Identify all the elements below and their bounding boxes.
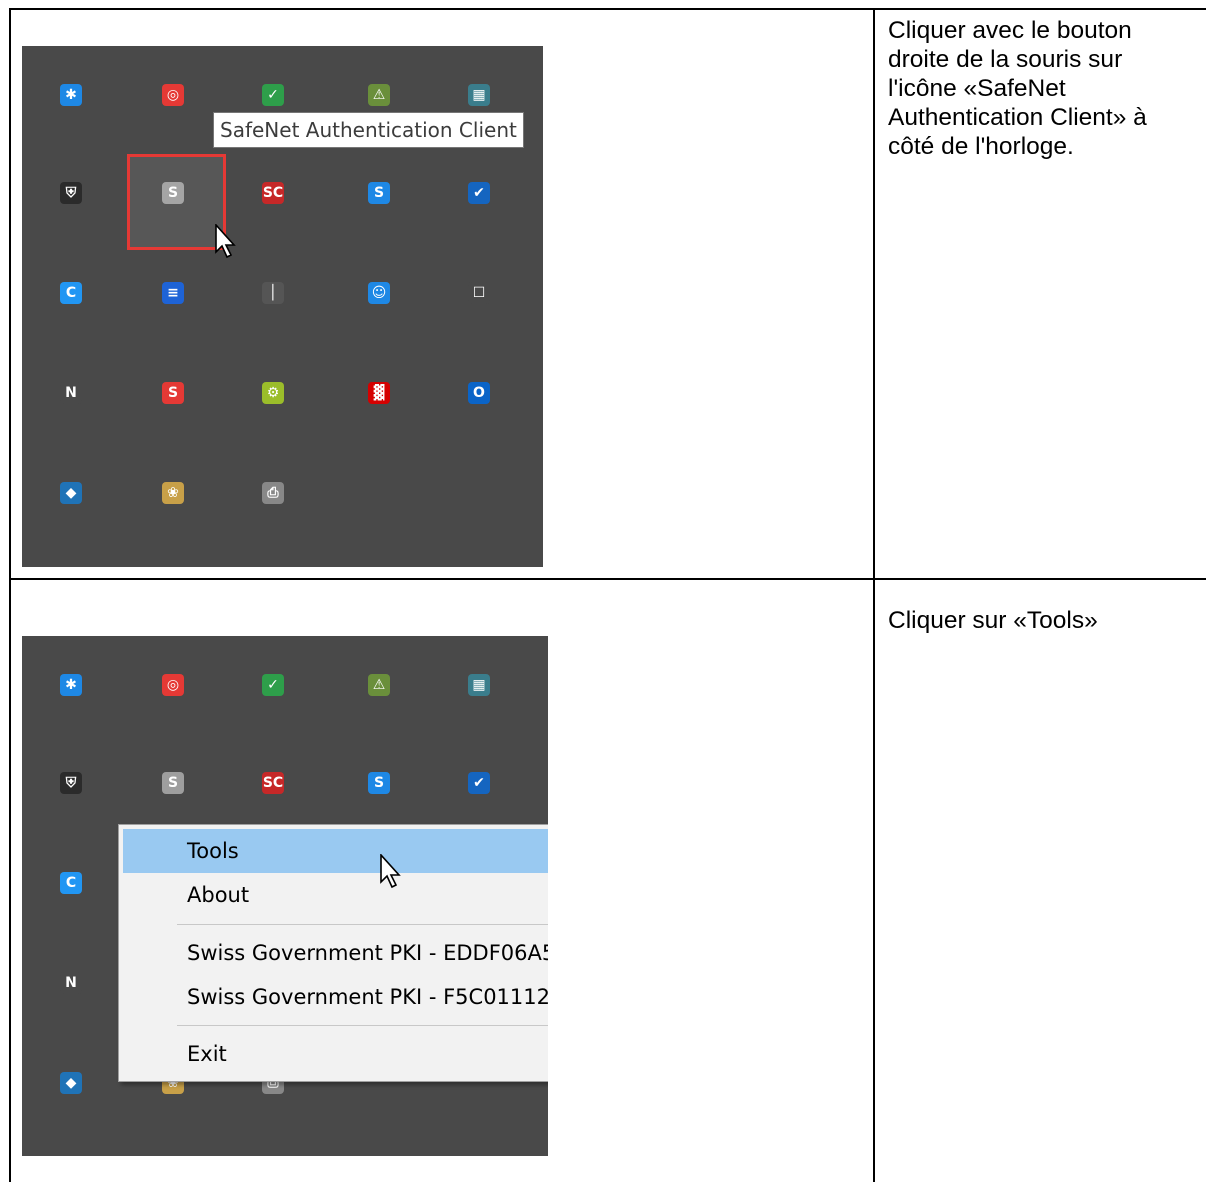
onenote-clip-icon[interactable]: N xyxy=(60,972,82,994)
gear-hex-icon[interactable]: ⚙ xyxy=(262,382,284,404)
network-icon[interactable]: ▦ xyxy=(468,674,490,696)
safenet-tooltip: SafeNet Authentication Client xyxy=(213,112,524,148)
context-menu: Tools About Swiss Government PKI - EDDF0… xyxy=(118,824,548,1082)
s-app-icon[interactable]: S xyxy=(162,382,184,404)
menu-item-certificate-1[interactable]: Swiss Government PKI - EDDF06A5 xyxy=(123,931,548,975)
cube-icon[interactable]: ◆ xyxy=(60,1072,82,1094)
butterfly-icon[interactable]: ❀ xyxy=(162,482,184,504)
skype-icon[interactable]: S xyxy=(368,772,390,794)
mouse-cursor-icon xyxy=(380,854,401,889)
help-lifebuoy-icon[interactable]: ◎ xyxy=(162,674,184,696)
user-icon[interactable]: ☺ xyxy=(368,282,390,304)
skype-icon[interactable]: S xyxy=(368,182,390,204)
table-border-top xyxy=(9,8,1206,10)
help-lifebuoy-icon[interactable]: ◎ xyxy=(162,84,184,106)
audio-icon[interactable]: ▓ xyxy=(368,382,390,404)
bluetooth-icon[interactable]: ✱ xyxy=(60,674,82,696)
shield-check-icon[interactable]: ✓ xyxy=(262,674,284,696)
table-border-left xyxy=(9,8,11,1182)
checkmark-app-icon[interactable]: ✔ xyxy=(468,182,490,204)
printer-icon[interactable]: ⎙ xyxy=(262,482,284,504)
device-icon[interactable]: │ xyxy=(262,282,284,304)
shield-check-icon[interactable]: ✓ xyxy=(262,84,284,106)
onenote-clip-icon[interactable]: N xyxy=(60,382,82,404)
mouse-cursor-icon xyxy=(215,224,236,259)
document-table: ✱ ◎ ✓ ⚠ ▦ ⛨ S SC S ✔ C ≡ │ ☺ ☐ N S ⚙ ▓ O ◆ ❀ ⎙ SafeNet Authent… xyxy=(0,0,1206,1182)
system-tray-screenshot-2: ✱ ◎ ✓ ⚠ ▦ ⛨ S SC S ✔ C N ◆ ❀ ⎙ Tools About Swiss Gover… xyxy=(22,636,548,1156)
security-shield-icon[interactable]: ⛨ xyxy=(60,772,82,794)
menu-item-about[interactable]: About xyxy=(123,873,548,917)
warning-update-icon[interactable]: ⚠ xyxy=(368,674,390,696)
table-border-mid-vertical xyxy=(873,8,875,1182)
warning-update-icon[interactable]: ⚠ xyxy=(368,84,390,106)
menu-separator xyxy=(177,924,548,925)
chat-icon[interactable]: ≡ xyxy=(162,282,184,304)
instruction-text-2: Cliquer sur «Tools» xyxy=(888,607,1098,634)
system-tray-screenshot-1: ✱ ◎ ✓ ⚠ ▦ ⛨ S SC S ✔ C ≡ │ ☺ ☐ N S ⚙ ▓ O ◆ ❀ ⎙ SafeNet Authent… xyxy=(22,46,543,567)
bluetooth-icon[interactable]: ✱ xyxy=(60,84,82,106)
menu-item-exit[interactable]: Exit xyxy=(123,1032,548,1076)
instruction-text-1: Cliquer avec le bouton droite de la sour… xyxy=(888,17,1147,160)
menu-item-certificate-2[interactable]: Swiss Government PKI - F5C011124 xyxy=(123,975,548,1019)
cube-icon[interactable]: ◆ xyxy=(60,482,82,504)
menu-item-tools[interactable]: Tools xyxy=(123,829,548,873)
refresh-c-icon[interactable]: C xyxy=(60,872,82,894)
menu-separator xyxy=(177,1025,548,1026)
security-shield-icon[interactable]: ⛨ xyxy=(60,182,82,204)
checkmark-app-icon[interactable]: ✔ xyxy=(468,772,490,794)
table-border-row-divider xyxy=(9,578,1206,580)
network-icon[interactable]: ▦ xyxy=(468,84,490,106)
sc-icon[interactable]: SC xyxy=(262,772,284,794)
outlook-icon[interactable]: O xyxy=(468,382,490,404)
sc-icon[interactable]: SC xyxy=(262,182,284,204)
safenet-highlight-box xyxy=(127,154,226,250)
safenet-icon[interactable]: S xyxy=(162,772,184,794)
usb-eject-icon[interactable]: ☐ xyxy=(468,282,490,304)
refresh-c-icon[interactable]: C xyxy=(60,282,82,304)
